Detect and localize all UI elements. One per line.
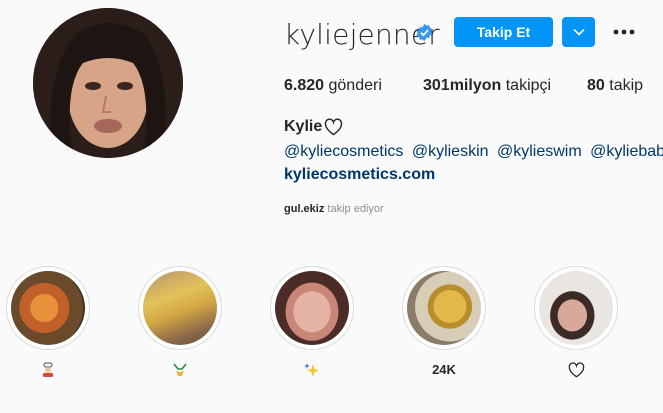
mention-link[interactable]: @kylieswim — [497, 143, 582, 160]
highlight-label — [6, 362, 90, 378]
followers-count: 301milyon — [423, 77, 502, 94]
mention-link[interactable]: @kyliecosmetics — [284, 143, 403, 160]
following-count: 80 — [587, 77, 605, 94]
sparkles-icon — [304, 363, 319, 377]
highlight-label — [270, 362, 354, 378]
more-options-button[interactable] — [611, 22, 637, 42]
following-label: takip — [609, 77, 644, 94]
more-dots-icon — [613, 29, 635, 35]
cook-icon — [43, 362, 53, 377]
followed-by-user[interactable]: gul.ekiz — [284, 203, 324, 215]
follow-button[interactable]: Takip Et — [454, 17, 553, 47]
suggested-dropdown-button[interactable] — [562, 17, 595, 47]
profile-avatar[interactable] — [33, 8, 183, 158]
mention-link[interactable]: @kyliebaby — [590, 143, 663, 160]
highlight-label: 24K — [432, 362, 456, 377]
chevron-down-icon — [572, 28, 585, 36]
highlight-story[interactable] — [534, 266, 618, 350]
followed-by-suffix: takip ediyor — [327, 203, 384, 215]
following-stat[interactable]: 80 takip — [587, 77, 643, 95]
heart-outline-icon — [324, 118, 343, 136]
bikini-icon — [173, 363, 187, 376]
posts-count: 6.820 — [284, 77, 325, 94]
verified-badge-icon — [416, 23, 433, 42]
highlight-label — [534, 362, 618, 378]
highlight-story[interactable] — [402, 266, 486, 350]
followers-stat[interactable]: 301milyon takipçi — [423, 77, 551, 95]
posts-stat: 6.820 gönderi — [284, 77, 382, 95]
bio-mentions: @kyliecosmetics @kylieskin @kylieswim @k… — [284, 143, 663, 161]
followed-by-text: gul.ekiz takip ediyor — [284, 203, 384, 215]
website-link[interactable]: kyliecosmetics.com — [284, 166, 435, 184]
profile-full-name: Kylie — [284, 118, 323, 135]
highlight-story[interactable] — [138, 266, 222, 350]
followers-label: takipçi — [505, 77, 552, 94]
posts-label: gönderi — [328, 77, 382, 94]
highlight-story[interactable] — [270, 266, 354, 350]
highlight-label — [138, 362, 222, 378]
highlight-story[interactable] — [6, 266, 90, 350]
mention-link[interactable]: @kylieskin — [412, 143, 489, 160]
heart-outline-icon — [568, 362, 584, 378]
